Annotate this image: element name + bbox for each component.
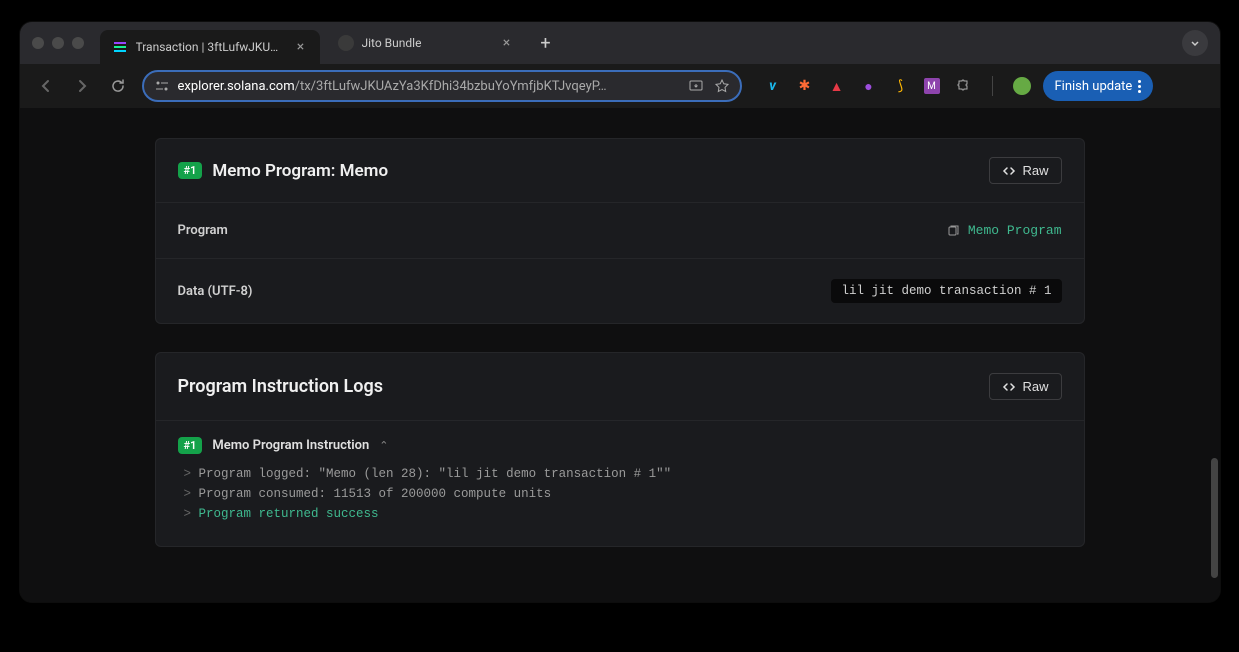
- instruction-title: Memo Program: Memo: [212, 161, 388, 181]
- toolbar: explorer.solana.com/tx/3ftLufwJKUAzYa3Kf…: [20, 64, 1220, 108]
- puzzle-ext-icon[interactable]: [954, 77, 972, 95]
- close-window-button[interactable]: [32, 37, 44, 49]
- vimeo-ext-icon[interactable]: v: [764, 77, 782, 95]
- solana-favicon: [112, 39, 128, 55]
- reload-button[interactable]: [106, 74, 130, 98]
- forward-button[interactable]: [70, 74, 94, 98]
- data-label: Data (UTF-8): [178, 284, 253, 299]
- instruction-card-header: #1 Memo Program: Memo Raw: [156, 139, 1084, 203]
- url-text: explorer.solana.com/tx/3ftLufwJKUAzYa3Kf…: [178, 79, 680, 94]
- profile-avatar[interactable]: [1013, 77, 1031, 95]
- sparkle-ext-icon[interactable]: ✱: [796, 77, 814, 95]
- finish-update-button[interactable]: Finish update: [1043, 71, 1154, 101]
- log-line: > Program logged: "Memo (len 28): "lil j…: [178, 464, 1062, 484]
- swirl-ext-icon[interactable]: ⟆: [892, 77, 910, 95]
- browser-window: Transaction | 3ftLufwJKUAzY… × Jito Bund…: [20, 22, 1220, 602]
- program-row: Program Memo Program: [156, 203, 1084, 259]
- close-tab-icon[interactable]: ×: [294, 40, 308, 54]
- red-ext-icon[interactable]: ▲: [828, 77, 846, 95]
- raw-label: Raw: [1022, 379, 1048, 394]
- collapse-icon: ⌃: [379, 439, 388, 452]
- log-index-badge: #1: [178, 437, 203, 454]
- log-entry-header[interactable]: #1 Memo Program Instruction ⌃: [178, 437, 1062, 454]
- close-tab-icon[interactable]: ×: [500, 36, 514, 50]
- purple-ext-icon[interactable]: ●: [860, 77, 878, 95]
- update-button-label: Finish update: [1055, 79, 1133, 94]
- raw-toggle-button[interactable]: Raw: [989, 157, 1061, 184]
- instruction-index-badge: #1: [178, 162, 203, 179]
- logs-card-header: Program Instruction Logs Raw: [156, 353, 1084, 421]
- tab-bar: Transaction | 3ftLufwJKUAzY… × Jito Bund…: [20, 22, 1220, 64]
- log-entry-title: Memo Program Instruction: [212, 438, 369, 453]
- minimize-window-button[interactable]: [52, 37, 64, 49]
- data-value: lil jit demo transaction # 1: [831, 279, 1061, 303]
- divider: [992, 76, 993, 96]
- logs-card: Program Instruction Logs Raw #1 Memo Pro…: [155, 352, 1085, 547]
- m-ext-icon[interactable]: M: [924, 78, 940, 94]
- tab-title: Jito Bundle: [362, 36, 492, 50]
- bookmark-icon[interactable]: [714, 78, 730, 94]
- data-row: Data (UTF-8) lil jit demo transaction # …: [156, 259, 1084, 323]
- log-line: > Program returned success: [178, 504, 1062, 524]
- program-label: Program: [178, 223, 228, 238]
- new-tab-button[interactable]: +: [532, 29, 560, 57]
- code-icon: [1002, 380, 1016, 394]
- install-app-icon[interactable]: [688, 78, 704, 94]
- tab-title: Transaction | 3ftLufwJKUAzY…: [136, 40, 286, 54]
- program-link[interactable]: Memo Program: [968, 223, 1062, 238]
- site-settings-icon[interactable]: [154, 78, 170, 94]
- log-line: > Program consumed: 11513 of 200000 comp…: [178, 484, 1062, 504]
- copy-icon[interactable]: [946, 224, 960, 238]
- instruction-card: #1 Memo Program: Memo Raw Program Memo: [155, 138, 1085, 324]
- content-area: #1 Memo Program: Memo Raw Program Memo: [20, 108, 1220, 602]
- code-icon: [1002, 164, 1016, 178]
- raw-toggle-button[interactable]: Raw: [989, 373, 1061, 400]
- tab-transaction[interactable]: Transaction | 3ftLufwJKUAzY… ×: [100, 30, 320, 64]
- logs-title: Program Instruction Logs: [178, 376, 383, 397]
- extensions: v ✱ ▲ ● ⟆ M: [764, 76, 1031, 96]
- scrollbar-thumb[interactable]: [1211, 458, 1218, 578]
- logs-body: #1 Memo Program Instruction ⌃ > Program …: [156, 421, 1084, 546]
- menu-dots-icon: [1138, 80, 1141, 93]
- back-button[interactable]: [34, 74, 58, 98]
- maximize-window-button[interactable]: [72, 37, 84, 49]
- tab-jito-bundle[interactable]: Jito Bundle ×: [326, 26, 526, 60]
- address-bar[interactable]: explorer.solana.com/tx/3ftLufwJKUAzYa3Kf…: [142, 70, 742, 102]
- jito-favicon: [338, 35, 354, 51]
- raw-label: Raw: [1022, 163, 1048, 178]
- tabs-dropdown-button[interactable]: [1182, 30, 1208, 56]
- traffic-lights: [32, 37, 84, 49]
